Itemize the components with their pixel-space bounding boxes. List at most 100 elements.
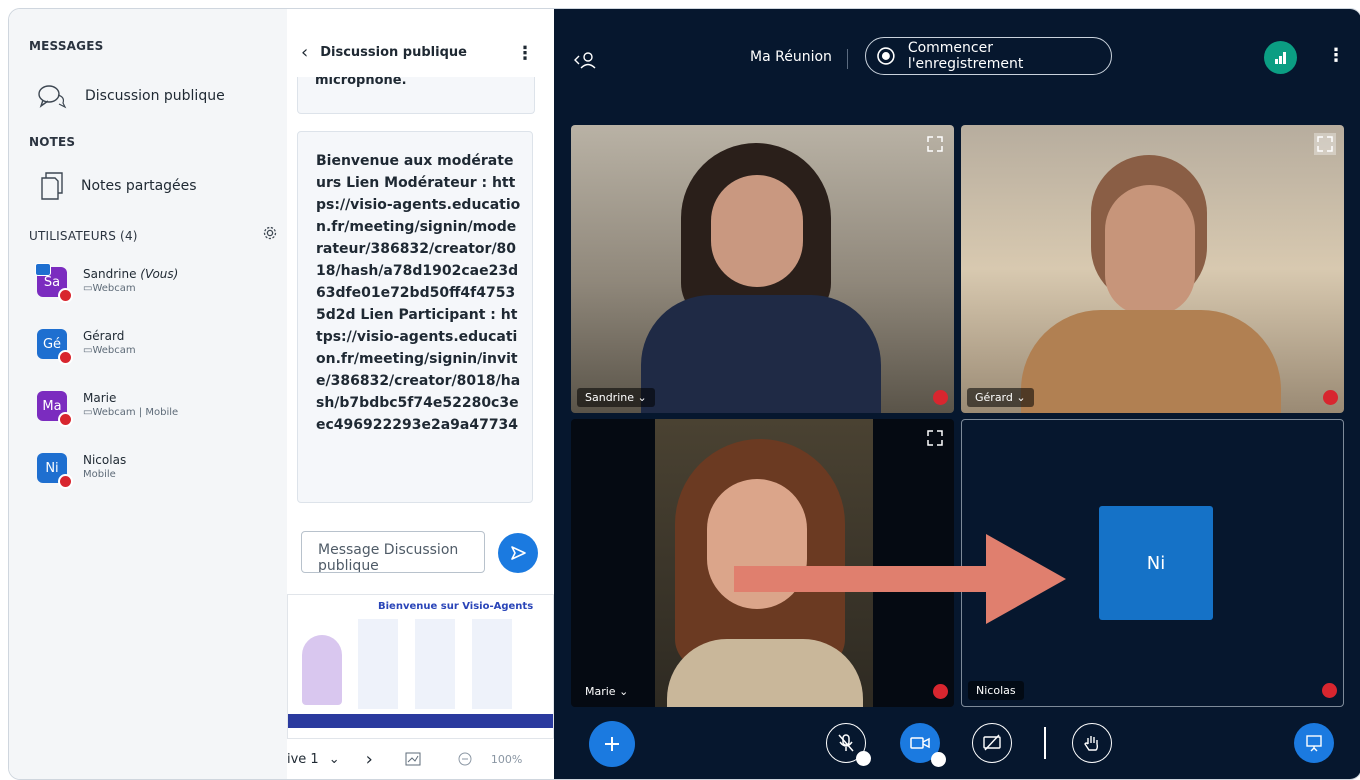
chat-bubbles-icon xyxy=(38,85,67,109)
messages-section-title: MESSAGES xyxy=(29,39,104,53)
unmute-button[interactable] xyxy=(826,723,871,766)
participant-avatar: Ni xyxy=(1099,506,1213,620)
user-list-item[interactable]: Ma Marie ▭Webcam | Mobile xyxy=(37,391,179,427)
raise-hand-button[interactable] xyxy=(1072,723,1112,763)
sidebar-item-shared-notes[interactable]: Notes partagées xyxy=(37,171,197,201)
chat-title: Discussion publique xyxy=(320,44,467,60)
video-name-tag[interactable]: Sandrine ⌄ xyxy=(577,388,655,407)
user-list-item[interactable]: Ni Nicolas Mobile xyxy=(37,453,127,489)
meeting-action-bar xyxy=(554,717,1360,779)
hand-icon xyxy=(1084,736,1099,751)
signal-icon xyxy=(1275,52,1286,64)
user-status: Webcam | Mobile xyxy=(92,407,179,418)
toolbar-divider xyxy=(1044,727,1046,759)
chat-message-input[interactable]: Message Discussion publique xyxy=(301,531,485,573)
actions-button[interactable] xyxy=(589,721,635,767)
video-name-tag[interactable]: Gérard ⌄ xyxy=(967,388,1034,407)
presentation-toggle-button[interactable] xyxy=(1294,723,1334,763)
connection-status-button[interactable] xyxy=(1264,41,1297,74)
send-icon xyxy=(511,546,526,560)
avatar: Ma xyxy=(37,391,73,427)
message-text: Bienvenue aux modérateurs Lien Modérateu… xyxy=(316,153,521,433)
chart-icon[interactable] xyxy=(405,752,421,766)
participant-name: Marie xyxy=(585,685,616,698)
user-list-item[interactable]: Sa Sandrine (Vous) ▭Webcam xyxy=(35,263,179,303)
presentation-toolbar: ive 1 ⌄ › 100% xyxy=(287,739,554,779)
chevron-up-icon[interactable] xyxy=(856,751,871,766)
screenshare-off-icon xyxy=(983,734,1001,751)
send-button[interactable] xyxy=(498,533,538,573)
toggle-userlist-icon[interactable] xyxy=(574,51,596,69)
mic-off-icon xyxy=(838,734,854,752)
public-chat-label: Discussion publique xyxy=(85,88,225,104)
participant-face xyxy=(711,175,803,287)
chat-options-icon[interactable]: ⋮ xyxy=(516,43,534,64)
chevron-down-icon: ⌄ xyxy=(1016,391,1026,404)
participant-name: Sandrine xyxy=(585,391,634,404)
chat-message: Bienvenue aux modérateurs Lien Modérateu… xyxy=(297,131,533,503)
chat-input-placeholder: Message Discussion publique xyxy=(318,542,459,573)
next-slide-icon[interactable]: › xyxy=(366,749,373,770)
you-label: (Vous) xyxy=(140,267,179,281)
participant-shirt xyxy=(641,295,881,413)
chevron-down-icon[interactable]: ⌄ xyxy=(329,752,340,767)
participant-name: Nicolas xyxy=(976,684,1016,697)
user-name: Marie xyxy=(83,391,117,405)
fullscreen-icon[interactable] xyxy=(924,133,946,155)
chevron-left-icon[interactable]: ‹ xyxy=(301,42,308,63)
message-text: microphone. xyxy=(315,77,407,88)
slide-selector[interactable]: ive 1 xyxy=(287,752,319,767)
muted-mic-icon xyxy=(58,350,73,365)
zoom-level: 100% xyxy=(490,752,523,766)
user-status: Webcam xyxy=(92,345,136,356)
presentation-slide[interactable]: Bienvenue sur Visio-Agents xyxy=(287,594,554,739)
muted-mic-icon xyxy=(58,412,73,427)
zoom-out-icon[interactable] xyxy=(457,751,473,767)
chat-message: microphone. xyxy=(297,77,535,114)
user-name: Nicolas xyxy=(83,453,127,467)
presenter-icon xyxy=(35,263,51,276)
avatar-initials: Ma xyxy=(42,398,62,414)
user-name: Gérard xyxy=(83,329,125,343)
record-icon xyxy=(877,47,895,65)
screenshare-button[interactable] xyxy=(972,723,1012,763)
annotation-arrow-icon xyxy=(734,534,1066,624)
participant-name: Gérard xyxy=(975,391,1013,404)
start-recording-button[interactable]: Commencer l'enregistrement xyxy=(865,37,1112,75)
avatar: Ni xyxy=(37,453,73,489)
chevron-down-icon: ⌄ xyxy=(637,391,647,404)
chevron-down-icon: ⌄ xyxy=(619,685,629,698)
illustration-person xyxy=(302,635,342,705)
muted-mic-icon xyxy=(58,288,73,303)
muted-mic-icon xyxy=(933,390,948,405)
user-status: Mobile xyxy=(83,469,116,480)
video-tile[interactable]: Sandrine ⌄ xyxy=(571,125,954,413)
gear-icon[interactable] xyxy=(262,225,278,241)
more-options-icon[interactable]: ⋮ xyxy=(1327,45,1345,66)
camera-icon xyxy=(910,737,930,749)
user-name: Sandrine xyxy=(83,267,137,281)
camera-button[interactable] xyxy=(900,723,946,767)
presentation-icon xyxy=(1306,735,1322,752)
chevron-up-icon[interactable] xyxy=(931,752,946,767)
avatar: Sa xyxy=(35,263,73,303)
user-list-item[interactable]: Gé Gérard ▭Webcam xyxy=(37,329,136,365)
video-name-tag[interactable]: Marie ⌄ xyxy=(577,682,636,701)
document-icon xyxy=(41,172,63,200)
sidebar-item-public-chat[interactable]: Discussion publique xyxy=(37,83,225,109)
slide-footer xyxy=(288,714,553,728)
chat-header: ‹ Discussion publique xyxy=(287,9,554,69)
muted-mic-icon xyxy=(58,474,73,489)
video-tile[interactable]: Gérard ⌄ xyxy=(961,125,1344,413)
fullscreen-icon[interactable] xyxy=(924,427,946,449)
fullscreen-icon[interactable] xyxy=(1314,133,1336,155)
shared-notes-label: Notes partagées xyxy=(81,178,197,194)
participant-face xyxy=(1105,185,1195,315)
video-name-tag[interactable]: Nicolas xyxy=(968,681,1024,700)
meeting-top-bar: Ma Réunion Commencer l'enregistrement ⋮ xyxy=(554,9,1360,109)
meeting-area: Ma Réunion Commencer l'enregistrement ⋮ … xyxy=(554,9,1360,779)
participant-shirt xyxy=(1021,310,1281,413)
participant-shirt xyxy=(667,639,863,707)
muted-mic-icon xyxy=(1323,390,1338,405)
sidebar: MESSAGES Discussion publique NOTES Notes… xyxy=(9,9,287,779)
